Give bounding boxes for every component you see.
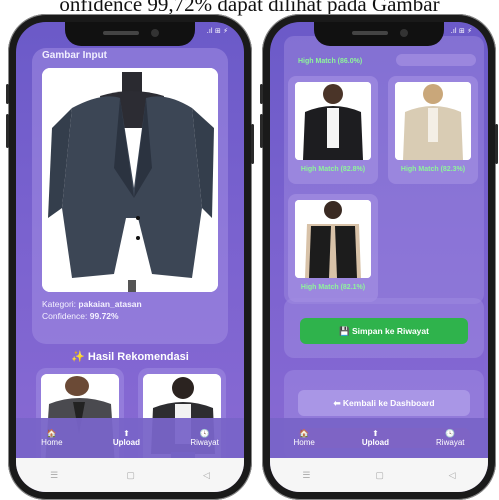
history-icon: 🕓 <box>445 429 456 438</box>
recommendation-image <box>295 82 371 160</box>
input-card-heading: Gambar Input <box>42 50 108 61</box>
recommendation-title: ✨ Hasil Rekomendasi <box>71 351 189 363</box>
match-label: High Match (82.1%) <box>300 284 366 291</box>
history-icon: 🕓 <box>199 429 210 438</box>
nav-history-label: Riwayat <box>436 438 465 447</box>
save-to-history-button[interactable]: 💾 Simpan ke Riwayat <box>300 318 468 344</box>
upload-icon: ⬆ <box>372 429 379 438</box>
match-label: High Match (82.8%) <box>300 166 366 173</box>
bottom-navigation: 🏠 Home ⬆ Upload 🕓 Riwayat <box>270 418 488 458</box>
recommendation-image <box>395 82 471 160</box>
match-label: High Match (86.0%) <box>298 58 363 65</box>
input-image-card: Gambar Input Kategori: pakaian_atasan Co… <box>32 48 228 344</box>
nav-home-label: Home <box>41 438 63 447</box>
home-icon: 🏠 <box>299 429 310 438</box>
nav-history-label: Riwayat <box>190 438 219 447</box>
save-panel: 💾 Simpan ke Riwayat <box>284 298 484 358</box>
recents-icon[interactable]: ☰ <box>302 470 310 481</box>
notch <box>314 22 444 46</box>
confidence-label: Confidence: <box>42 311 88 321</box>
recents-icon[interactable]: ☰ <box>50 470 58 481</box>
status-icons: .ıl ⊞ ⚡ <box>450 27 472 35</box>
nav-upload[interactable]: ⬆ Upload <box>362 429 389 447</box>
back-icon[interactable]: ◁ <box>449 470 456 481</box>
category-label: Kategori: <box>42 299 77 309</box>
upload-icon: ⬆ <box>123 429 130 438</box>
nav-home-label: Home <box>293 438 315 447</box>
notch <box>65 22 195 46</box>
nav-history[interactable]: 🕓 Riwayat <box>190 429 218 447</box>
match-label: High Match (82.3%) <box>400 166 466 173</box>
home-button-icon[interactable]: ▢ <box>126 470 135 481</box>
prediction-meta: Kategori: pakaian_atasan Confidence: 99.… <box>42 298 142 322</box>
confidence-value: 99.72% <box>89 311 119 321</box>
recommendation-image <box>295 200 371 278</box>
system-nav-bar: ☰ ▢ ◁ <box>16 458 244 492</box>
phone-frame-right: .ıl ⊞ ⚡ High Match (86.0%) High Match (8… <box>260 14 498 500</box>
nav-upload[interactable]: ⬆ Upload <box>113 429 140 447</box>
home-button-icon[interactable]: ▢ <box>375 470 384 481</box>
system-nav-bar: ☰ ▢ ◁ <box>270 458 488 492</box>
phone-frame-left: .ıl ⊞ ⚡ Gambar Input Kategori: pakaian_a… <box>6 14 254 500</box>
status-icons: .ıl ⊞ ⚡ <box>206 27 228 35</box>
input-image <box>42 68 218 292</box>
recommendation-panel: High Match (86.0%) High Match (82.8%) Hi… <box>284 36 484 304</box>
nav-history[interactable]: 🕓 Riwayat <box>436 429 464 447</box>
nav-upload-label: Upload <box>361 438 389 447</box>
bottom-navigation: 🏠 Home ⬆ Upload 🕓 Riwayat <box>16 418 244 458</box>
screen-left: .ıl ⊞ ⚡ Gambar Input Kategori: pakaian_a… <box>16 22 244 492</box>
recommendation-card[interactable]: High Match (82.1%) <box>288 194 378 302</box>
screen-right: .ıl ⊞ ⚡ High Match (86.0%) High Match (8… <box>270 22 488 492</box>
home-icon: 🏠 <box>46 429 57 438</box>
back-icon[interactable]: ◁ <box>203 470 210 481</box>
partial-card <box>396 54 476 66</box>
nav-upload-label: Upload <box>112 438 140 447</box>
nav-home[interactable]: 🏠 Home <box>41 429 62 447</box>
nav-home[interactable]: 🏠 Home <box>294 429 315 447</box>
category-value: pakaian_atasan <box>78 299 142 309</box>
recommendation-card[interactable]: High Match (82.3%) <box>388 76 478 184</box>
recommendation-card[interactable]: High Match (82.8%) <box>288 76 378 184</box>
back-to-dashboard-button[interactable]: ⬅ Kembali ke Dashboard <box>298 390 470 416</box>
